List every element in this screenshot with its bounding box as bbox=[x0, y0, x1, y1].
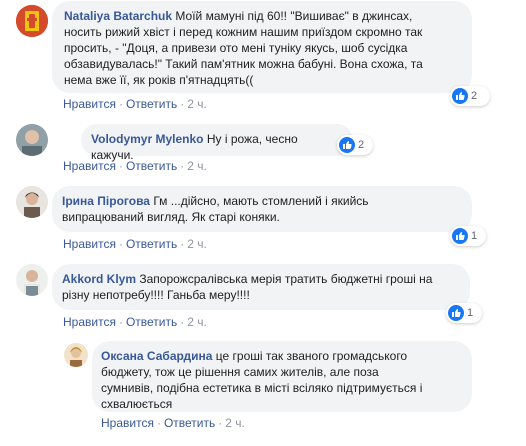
comment-text-line: це гроші так званого громадського bbox=[215, 349, 408, 363]
comment-author[interactable]: Ірина Пірогова bbox=[62, 194, 150, 208]
like-link[interactable]: Нравится bbox=[101, 416, 154, 430]
timestamp[interactable]: 2 ч. bbox=[187, 159, 207, 173]
comment-author[interactable]: Volodymyr Mylenko bbox=[91, 132, 203, 146]
separator: · bbox=[180, 315, 185, 329]
avatar-image bbox=[64, 343, 88, 367]
comment-bubble: Оксана Сабардина це гроші так званого гр… bbox=[92, 341, 472, 412]
comment-bubble: Nataliya Batarchuk Моїй мамуні під 60!! … bbox=[52, 1, 472, 93]
like-icon bbox=[448, 305, 464, 321]
reply-link[interactable]: Ответить bbox=[126, 315, 177, 329]
comment-actions: Нравится · Ответить · 2 ч. bbox=[63, 158, 207, 174]
comment-author[interactable]: Akkord Klym bbox=[62, 272, 136, 286]
timestamp[interactable]: 2 ч. bbox=[187, 237, 207, 251]
comment-author[interactable]: Nataliya Batarchuk bbox=[64, 9, 172, 23]
avatar[interactable] bbox=[16, 186, 48, 218]
comment-bubble: Akkord Klym Запорожсралівська мерія трат… bbox=[52, 264, 470, 310]
reply-link[interactable]: Ответить bbox=[126, 159, 177, 173]
comment-text-line: просить, - "Доця, а привези ото мені тун… bbox=[64, 41, 408, 55]
avatar[interactable] bbox=[64, 343, 88, 367]
comment-text-line: бюджету, тож це рішення самих жителів, а… bbox=[101, 365, 379, 379]
reaction-count: 1 bbox=[467, 307, 474, 319]
avatar-image bbox=[16, 5, 48, 37]
avatar-image bbox=[16, 264, 48, 296]
separator: · bbox=[218, 416, 223, 430]
like-icon bbox=[452, 88, 468, 104]
timestamp[interactable]: 2 ч. bbox=[225, 416, 245, 430]
reaction-summary[interactable]: 2 bbox=[337, 135, 373, 155]
comment-text-line: Запорожсралівська мерія тратить бюджетні… bbox=[139, 272, 433, 286]
reaction-summary[interactable]: 2 bbox=[450, 86, 490, 106]
comment-actions: Нравится · Ответить · 2 ч. bbox=[63, 96, 207, 112]
reply-link[interactable]: Ответить bbox=[164, 416, 215, 430]
separator: · bbox=[180, 237, 185, 251]
avatar-image bbox=[16, 186, 48, 218]
comment-actions: Нравится · Ответить · 2 ч. bbox=[101, 415, 245, 431]
separator: · bbox=[118, 159, 123, 173]
comment-text-line: Моїй мамуні під 60!! "Вишиває" в джинсах… bbox=[175, 9, 413, 23]
comment-author[interactable]: Оксана Сабардина bbox=[101, 349, 212, 363]
like-icon bbox=[339, 137, 355, 153]
timestamp[interactable]: 2 ч. bbox=[187, 315, 207, 329]
avatar[interactable] bbox=[16, 5, 48, 37]
comment-text-line: сумнивів, подібна естетика в місті всіля… bbox=[101, 381, 423, 395]
like-icon bbox=[452, 228, 468, 244]
avatar[interactable] bbox=[16, 124, 48, 156]
reaction-count: 2 bbox=[471, 90, 478, 102]
comment-text-line: різну непотребу!!!! Ганьба меру!!!! bbox=[62, 288, 250, 302]
comment-text-line: носить рижий хвіст і перед кожним нашим … bbox=[64, 25, 423, 39]
like-link[interactable]: Нравится bbox=[63, 237, 116, 251]
separator: · bbox=[180, 159, 185, 173]
reaction-count: 2 bbox=[358, 139, 365, 151]
comment-text-line: випрацюваний вигляд. Як старі коняки. bbox=[62, 210, 280, 224]
reaction-summary[interactable]: 1 bbox=[446, 303, 482, 323]
like-link[interactable]: Нравится bbox=[63, 159, 116, 173]
comment-text-line: схвалюється bbox=[101, 397, 173, 411]
like-link[interactable]: Нравится bbox=[63, 315, 116, 329]
comment-actions: Нравится · Ответить · 2 ч. bbox=[63, 314, 207, 330]
separator: · bbox=[118, 237, 123, 251]
reply-link[interactable]: Ответить bbox=[126, 237, 177, 251]
reaction-count: 1 bbox=[471, 230, 478, 242]
comment-text-line: Гм ...дійсно, мають стомлений і якийсь bbox=[153, 194, 369, 208]
separator: · bbox=[118, 97, 123, 111]
reaction-summary[interactable]: 1 bbox=[450, 226, 486, 246]
timestamp[interactable]: 2 ч. bbox=[187, 97, 207, 111]
avatar[interactable] bbox=[16, 264, 48, 296]
separator: · bbox=[180, 97, 185, 111]
reply-link[interactable]: Ответить bbox=[126, 97, 177, 111]
avatar-image bbox=[16, 124, 48, 156]
comment-text-line: нема вже її, як років п'ятнадцять(( bbox=[64, 73, 254, 87]
comment-text-line: обзавидувалась!" Такий пам'ятник можна б… bbox=[64, 57, 423, 71]
separator: · bbox=[118, 315, 123, 329]
comment-bubble: Ірина Пірогова Гм ...дійсно, мають стомл… bbox=[52, 186, 472, 232]
separator: · bbox=[156, 416, 161, 430]
comment-bubble: Volodymyr Mylenko Ну і рожа, чесно кажуч… bbox=[81, 124, 353, 162]
comment-actions: Нравится · Ответить · 2 ч. bbox=[63, 236, 207, 252]
like-link[interactable]: Нравится bbox=[63, 97, 116, 111]
